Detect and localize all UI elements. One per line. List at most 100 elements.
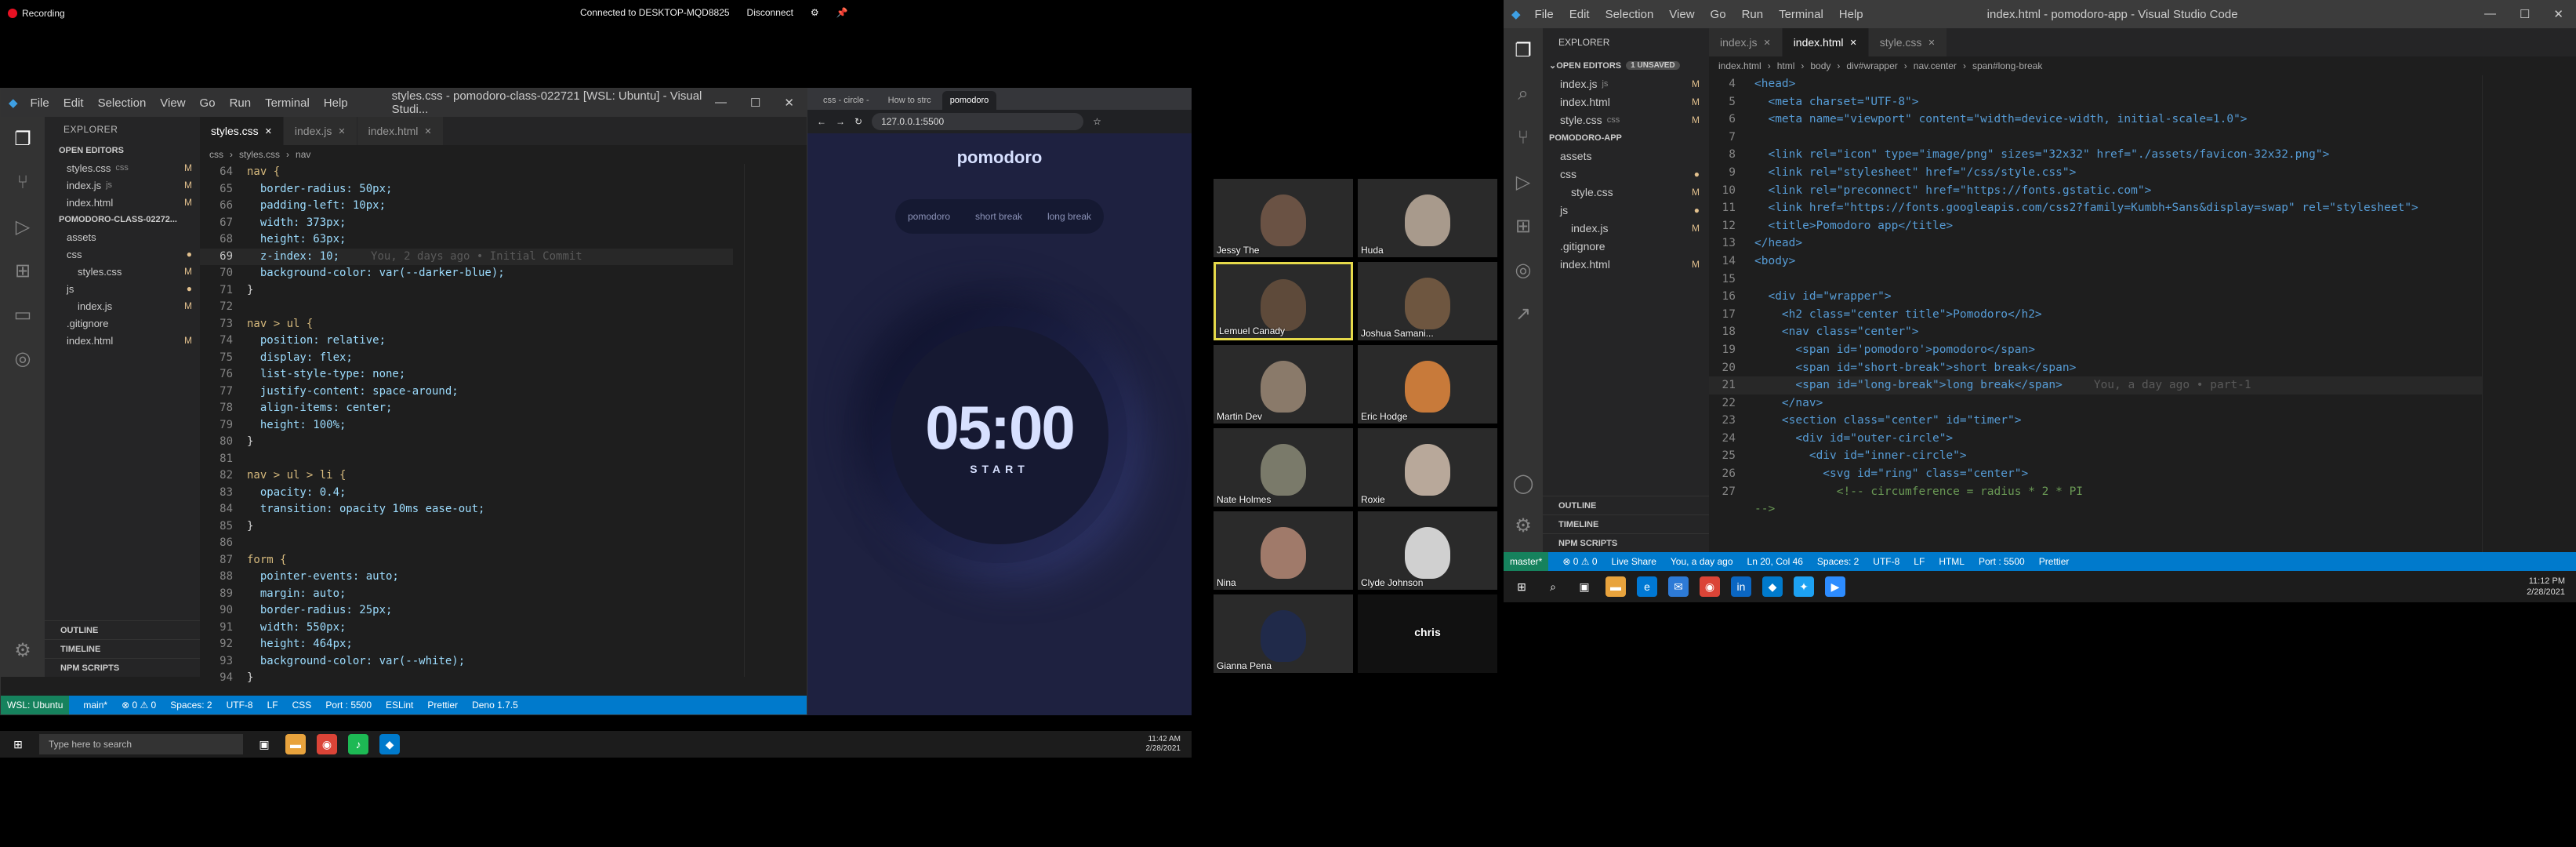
open-editor-item[interactable]: index.js js M	[45, 176, 200, 194]
maximize-button[interactable]: ☐	[750, 96, 760, 110]
project-section[interactable]: POMODORO-CLASS-02272...	[45, 211, 200, 228]
tree-item[interactable]: js ●	[45, 280, 200, 297]
breadcrumb-item[interactable]: nav	[296, 149, 310, 160]
menu-item-terminal[interactable]: Terminal	[265, 96, 310, 110]
editor-tab[interactable]: styles.css ✕	[200, 117, 284, 145]
open-editor-item[interactable]: styles.css css M	[45, 159, 200, 176]
panel-section[interactable]: TIMELINE	[45, 639, 200, 658]
task-view-icon[interactable]: ▣	[1574, 576, 1595, 597]
windows-start-icon[interactable]: ⊞	[8, 734, 28, 754]
open-editor-item[interactable]: index.js js M	[1543, 75, 1709, 93]
tree-item[interactable]: .gitignore	[45, 314, 200, 332]
status-item[interactable]: UTF-8	[1873, 556, 1899, 567]
linkedin-icon[interactable]: in	[1731, 576, 1751, 597]
status-item[interactable]: master*	[1504, 552, 1549, 571]
extensions-icon[interactable]: ⊞	[1504, 204, 1543, 248]
git-graph-icon[interactable]: ◎	[1504, 248, 1543, 292]
open-editor-item[interactable]: index.html M	[1543, 93, 1709, 111]
start-button[interactable]: START	[807, 463, 1192, 475]
panel-section[interactable]: NPM SCRIPTS	[45, 658, 200, 677]
open-editors-section[interactable]: ⌄ OPEN EDITORS 1 UNSAVED	[1543, 56, 1709, 75]
participant-tile[interactable]: Lemuel Canady	[1214, 262, 1353, 340]
edge-icon[interactable]: e	[1637, 576, 1657, 597]
forward-icon[interactable]: →	[836, 116, 845, 127]
chrome-icon[interactable]: ◉	[1700, 576, 1720, 597]
pin-icon[interactable]: 📌	[836, 7, 848, 18]
breadcrumb-item[interactable]: html	[1777, 60, 1795, 71]
code-editor[interactable]: 4 <head> 5 <meta charset="UTF-8"> 6 <meta n…	[1709, 75, 2482, 552]
participant-tile[interactable]: Nate Holmes	[1214, 428, 1353, 507]
open-editors-section[interactable]: OPEN EDITORS	[45, 142, 200, 159]
status-item[interactable]: WSL: Ubuntu	[1, 696, 70, 714]
code-editor[interactable]: 64 nav {65 border-radius: 50px; 66 padding…	[200, 164, 733, 684]
menu-item-edit[interactable]: Edit	[1569, 8, 1590, 21]
participant-tile[interactable]: Clyde Johnson	[1358, 511, 1497, 590]
status-item[interactable]: ⊗ 0 ⚠ 0	[1562, 556, 1597, 567]
menu-item-help[interactable]: Help	[1839, 8, 1863, 21]
breadcrumb-item[interactable]: body	[1810, 60, 1830, 71]
source-control-icon[interactable]: ⑂	[1504, 116, 1543, 160]
menu-item-run[interactable]: Run	[230, 96, 252, 110]
status-item[interactable]: Ln 20, Col 46	[1747, 556, 1803, 567]
status-item[interactable]: You, a day ago	[1671, 556, 1733, 567]
windows-start-icon[interactable]: ⊞	[1511, 576, 1532, 597]
chrome-icon[interactable]: ◉	[317, 734, 337, 754]
breadcrumb-item[interactable]: nav.center	[1914, 60, 1957, 71]
explorer-icon[interactable]: ❐	[1504, 28, 1543, 72]
status-item[interactable]: Live Share	[1612, 556, 1656, 567]
source-control-icon[interactable]: ⑂	[1, 161, 45, 205]
status-item[interactable]: Prettier	[427, 700, 458, 711]
mode-option[interactable]: short break	[975, 211, 1022, 222]
mail-icon[interactable]: ✉	[1668, 576, 1689, 597]
editor-tab[interactable]: index.html ✕	[357, 117, 444, 145]
settings-gear-icon[interactable]: ⚙	[1, 628, 45, 672]
participant-tile[interactable]: Joshua Samani...	[1358, 262, 1497, 340]
menu-item-view[interactable]: View	[160, 96, 185, 110]
breadcrumb-item[interactable]: styles.css	[239, 149, 280, 160]
participant-tile[interactable]: Gianna Pena	[1214, 594, 1353, 673]
maximize-button[interactable]: ☐	[2520, 7, 2530, 21]
editor-tab[interactable]: index.js ✕	[1709, 28, 1783, 56]
settings-gear-icon[interactable]: ⚙	[1504, 503, 1543, 547]
gear-icon[interactable]: ⚙	[811, 7, 819, 18]
browser-tab[interactable]: pomodoro	[942, 91, 997, 110]
spotify-icon[interactable]: ♪	[348, 734, 368, 754]
file-explorer-icon[interactable]: ▬	[1605, 576, 1626, 597]
tree-item[interactable]: css ●	[45, 245, 200, 263]
menu-item-terminal[interactable]: Terminal	[1779, 8, 1823, 21]
minimap[interactable]	[2482, 75, 2576, 552]
browser-tab[interactable]: How to strc	[880, 91, 939, 110]
participant-tile[interactable]: chris	[1358, 594, 1497, 673]
git-graph-icon[interactable]: ◎	[1, 336, 45, 380]
menu-item-help[interactable]: Help	[324, 96, 348, 110]
participant-tile[interactable]: Jessy The	[1214, 179, 1353, 257]
participant-tile[interactable]: Martin Dev	[1214, 345, 1353, 424]
breadcrumb-item[interactable]: span#long-break	[1972, 60, 2042, 71]
editor-tab[interactable]: style.css ✕	[1868, 28, 1947, 56]
participant-tile[interactable]: Huda	[1358, 179, 1497, 257]
participant-tile[interactable]: Roxie	[1358, 428, 1497, 507]
panel-section[interactable]: OUTLINE	[1543, 496, 1709, 514]
vscode-icon[interactable]: ◆	[1762, 576, 1783, 597]
mode-option[interactable]: long break	[1047, 211, 1091, 222]
tree-item[interactable]: index.js M	[45, 297, 200, 314]
tree-item[interactable]: css ●	[1543, 165, 1709, 183]
tree-item[interactable]: index.html M	[1543, 255, 1709, 273]
open-editor-item[interactable]: style.css css M	[1543, 111, 1709, 129]
panel-section[interactable]: NPM SCRIPTS	[1543, 533, 1709, 552]
run-debug-icon[interactable]: ▷	[1, 205, 45, 249]
panel-section[interactable]: TIMELINE	[1543, 514, 1709, 533]
close-button[interactable]: ✕	[784, 96, 794, 110]
menu-item-file[interactable]: File	[1535, 8, 1554, 21]
menu-item-file[interactable]: File	[31, 96, 49, 110]
minimize-button[interactable]: —	[715, 96, 727, 110]
close-icon[interactable]: ✕	[1850, 38, 1857, 48]
menu-item-selection[interactable]: Selection	[98, 96, 147, 110]
status-item[interactable]: UTF-8	[227, 700, 253, 711]
status-item[interactable]: CSS	[292, 700, 312, 711]
tree-item[interactable]: index.js M	[1543, 219, 1709, 237]
tree-item[interactable]: assets	[45, 228, 200, 245]
close-icon[interactable]: ✕	[1928, 38, 1935, 48]
task-view-icon[interactable]: ▣	[254, 734, 274, 754]
twitter-icon[interactable]: ✦	[1794, 576, 1814, 597]
